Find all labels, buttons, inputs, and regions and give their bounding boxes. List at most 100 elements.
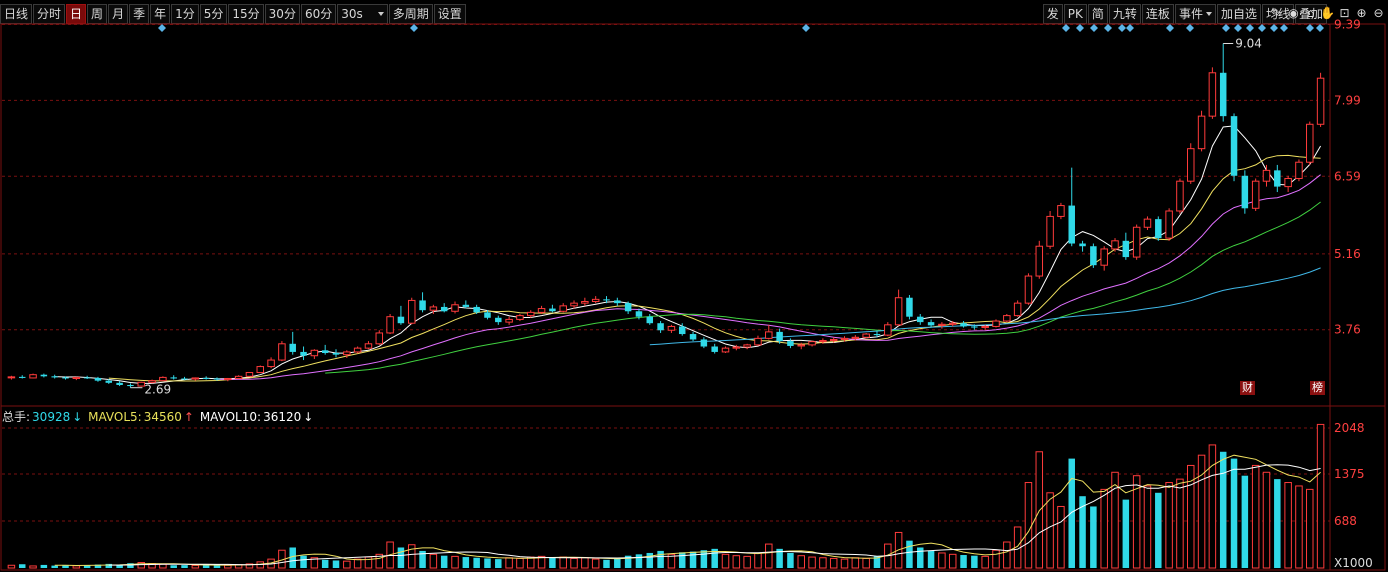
event-marker: [1258, 24, 1266, 32]
candle-body: [1241, 175, 1249, 209]
candle-body: [851, 336, 860, 339]
candle-body: [234, 375, 243, 379]
event-marker: [1306, 24, 1314, 32]
low-price-annotation: 2.69: [144, 383, 171, 397]
candle-body: [797, 344, 805, 347]
candle-body: [419, 300, 426, 311]
volume-bar: [1262, 471, 1271, 569]
event-marker: [1090, 24, 1098, 32]
candle-body: [646, 316, 654, 324]
price-axis-label: 6.59: [1334, 169, 1361, 183]
mavol5-label: MAVOL5:: [88, 410, 142, 424]
volume-bar: [1057, 505, 1065, 569]
candle-body: [808, 341, 816, 346]
price-axis-label: 7.99: [1334, 93, 1361, 107]
volume-bar: [906, 540, 913, 568]
candle-body: [884, 324, 892, 336]
event-marker: [410, 24, 418, 32]
volume-bar: [689, 551, 697, 568]
volume-bar: [1251, 464, 1260, 569]
financial-report-marker[interactable]: 财: [1240, 381, 1255, 395]
volume-bar: [1176, 478, 1184, 569]
candle-body: [473, 306, 480, 313]
candle-body: [549, 308, 556, 312]
volume-bar: [797, 555, 805, 569]
candle-body: [527, 311, 535, 317]
volume-bar: [787, 552, 794, 568]
volume-bar: [1100, 488, 1108, 569]
candle-body: [1306, 123, 1314, 163]
volume-bar: [829, 557, 838, 569]
candle-body: [591, 298, 600, 303]
candle-body: [116, 382, 123, 385]
volume-bar: [72, 565, 81, 569]
candle-body: [310, 349, 319, 357]
candle-body: [300, 351, 307, 356]
candle-body: [624, 303, 632, 312]
volume-bar: [938, 552, 946, 569]
volume-bar: [591, 558, 600, 569]
candle-body: [614, 300, 621, 304]
candle-body: [917, 316, 924, 323]
price-axis-label: 5.16: [1334, 247, 1361, 261]
event-marker: [1246, 24, 1254, 32]
candle-body: [83, 377, 91, 379]
candle-body: [1111, 240, 1119, 250]
event-marker: [802, 24, 810, 32]
volume-bar: [678, 552, 686, 568]
candle-body: [927, 322, 935, 326]
candlestick-chart[interactable]: 9.39 7.99 6.59 5.16 3.76 2048 1375 688 X1000 9.04…: [0, 0, 1388, 572]
candle-body: [787, 341, 794, 346]
candle-body: [1165, 210, 1173, 239]
volume-bar: [570, 557, 578, 569]
candle-body: [689, 334, 697, 340]
volume-bar: [1143, 485, 1152, 569]
candle-body: [732, 346, 741, 349]
candle-body: [1035, 245, 1044, 277]
event-marker: [1316, 24, 1324, 32]
volume-bar: [1122, 499, 1130, 568]
event-marker: [1186, 24, 1194, 32]
candle-body: [375, 332, 384, 345]
volume-bar: [1284, 482, 1292, 569]
volume-bar: [808, 556, 816, 569]
candle-body: [743, 344, 751, 348]
candle-body: [1143, 218, 1152, 228]
volume-bar: [440, 555, 448, 568]
candle-body: [397, 316, 405, 324]
candle-body: [353, 347, 362, 353]
ranking-list-marker[interactable]: 榜: [1310, 381, 1325, 395]
candle-body: [332, 353, 340, 355]
volume-bar: [181, 565, 188, 568]
candle-body: [451, 304, 459, 312]
candle-body: [840, 337, 849, 340]
volume-bar: [1295, 485, 1303, 569]
volume-bar: [721, 553, 730, 569]
volume-bar: [51, 565, 58, 568]
candle-body: [516, 315, 524, 320]
event-marker: [1234, 24, 1242, 32]
candle-body: [1155, 219, 1162, 239]
candle-body: [429, 306, 438, 311]
volume-bar: [657, 550, 664, 568]
candle-body: [765, 331, 773, 339]
candle-body: [159, 376, 167, 382]
candle-body: [1262, 169, 1271, 182]
volume-bar: [960, 555, 967, 568]
candle-body: [667, 325, 676, 331]
event-marker: [1126, 24, 1134, 32]
high-price-annotation: 9.04: [1235, 37, 1262, 51]
candle-body: [495, 317, 502, 323]
event-marker: [1076, 24, 1084, 32]
candle-body: [776, 331, 783, 342]
candle-body: [127, 384, 134, 387]
candle-body: [1208, 72, 1217, 117]
volume-bar: [840, 558, 849, 569]
candle-body: [678, 326, 686, 335]
volume-bar: [819, 557, 827, 569]
volume-bar: [1046, 492, 1054, 569]
candle-body: [1100, 248, 1108, 266]
volume-bar: [300, 555, 307, 568]
volume-bar: [429, 553, 438, 569]
candle-body: [581, 301, 589, 304]
